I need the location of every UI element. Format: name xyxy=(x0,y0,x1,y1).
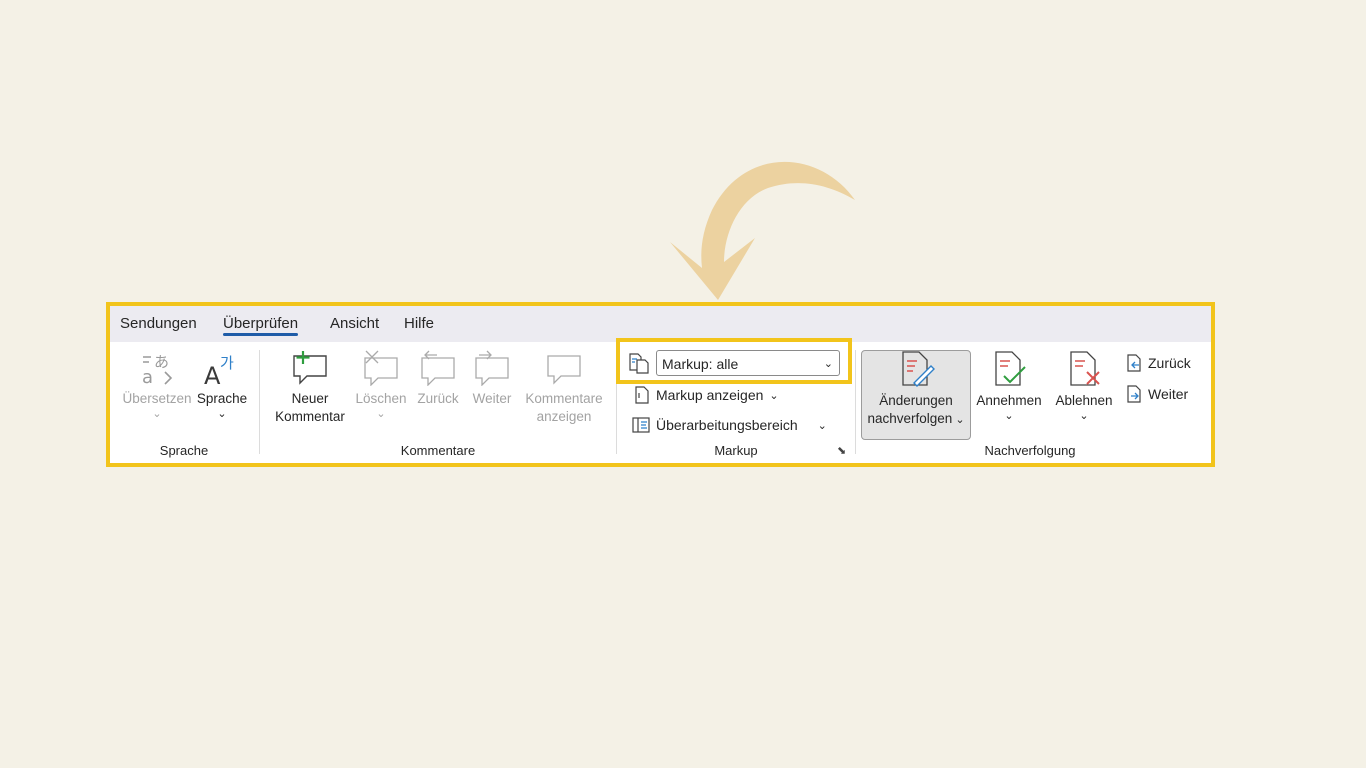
delete-comment-icon xyxy=(364,350,398,386)
previous-change-icon xyxy=(1127,354,1141,372)
group-separator xyxy=(259,350,260,454)
tab-sendungen[interactable]: Sendungen xyxy=(120,315,197,332)
svg-text:가: 가 xyxy=(220,354,234,372)
track-changes-label[interactable]: Änderungen nachverfolgen ⌄ xyxy=(861,350,971,429)
show-markup-icon xyxy=(635,386,649,404)
markup-display-icon xyxy=(629,353,649,374)
ribbon-frame: Sendungen Überprüfen Ansicht Hilfe a あ Ü… xyxy=(106,302,1215,467)
review-pane-button[interactable]: Überarbeitungsbereich ⌄ xyxy=(632,417,827,433)
next-comment-button[interactable]: Weiter xyxy=(468,350,516,408)
new-comment-icon xyxy=(293,351,327,385)
next-comment-icon xyxy=(475,350,509,386)
chevron-down-icon: ⌄ xyxy=(823,358,833,370)
show-markup-button[interactable]: Markup anzeigen ⌄ xyxy=(634,386,779,404)
group-separator xyxy=(616,350,617,454)
translate-button[interactable]: a あ Übersetzen ⌄ xyxy=(116,350,198,420)
group-separator xyxy=(855,350,856,454)
next-change-icon xyxy=(1127,385,1141,403)
svg-text:a: a xyxy=(142,367,153,386)
markup-display-select[interactable]: Markup: alle ⌄ xyxy=(656,350,840,376)
dialog-launcher-icon[interactable]: ⬊ xyxy=(837,444,846,457)
reject-icon xyxy=(1070,351,1100,386)
accept-icon xyxy=(995,351,1026,386)
show-comments-icon xyxy=(547,355,581,385)
show-comments-button[interactable]: Kommentare anzeigen xyxy=(520,350,608,426)
tab-ueberpruefen[interactable]: Überprüfen xyxy=(223,315,299,336)
group-label-markup: Markup xyxy=(714,443,758,458)
accept-button[interactable]: Annehmen ⌄ xyxy=(972,350,1046,422)
review-pane-icon xyxy=(632,417,650,433)
group-label-kommentare: Kommentare xyxy=(400,443,476,458)
previous-comment-button[interactable]: Zurück xyxy=(412,350,464,408)
next-change-button[interactable]: Weiter xyxy=(1126,385,1188,403)
group-label-sprache: Sprache xyxy=(159,443,209,458)
translate-icon: a あ xyxy=(142,353,173,386)
ribbon-tab-bar: Sendungen Überprüfen Ansicht Hilfe xyxy=(110,306,1211,342)
svg-text:あ: あ xyxy=(154,353,169,371)
tab-hilfe[interactable]: Hilfe xyxy=(404,315,434,332)
previous-change-button[interactable]: Zurück xyxy=(1126,354,1191,372)
delete-comment-button[interactable]: Löschen ⌄ xyxy=(354,350,408,420)
svg-text:A: A xyxy=(204,362,221,386)
ribbon-body: a あ Übersetzen ⌄ A 가 Sprache ⌄ Sprache N… xyxy=(110,338,1211,463)
markup-select-value: Markup: alle xyxy=(662,356,739,372)
previous-comment-icon xyxy=(421,350,455,386)
group-label-nachverfolgung: Nachverfolgung xyxy=(984,443,1076,458)
track-changes-icon xyxy=(902,351,935,387)
language-icon: A 가 xyxy=(204,354,234,386)
new-comment-button[interactable]: Neuer Kommentar xyxy=(270,350,350,426)
reject-button[interactable]: Ablehnen ⌄ xyxy=(1048,350,1120,422)
tab-ansicht[interactable]: Ansicht xyxy=(330,315,379,332)
language-button[interactable]: A 가 Sprache ⌄ xyxy=(196,350,248,420)
curved-arrow-icon xyxy=(670,161,855,300)
